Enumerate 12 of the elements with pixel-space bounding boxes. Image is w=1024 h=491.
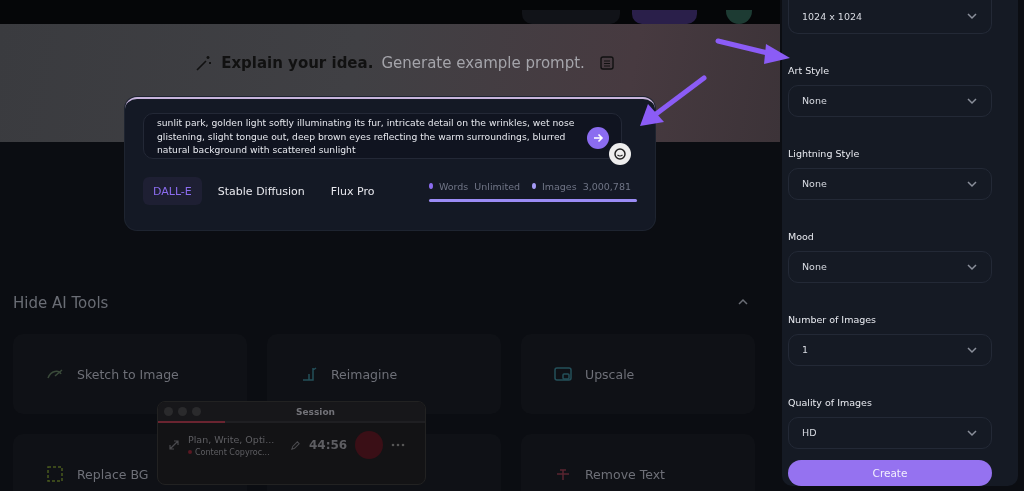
stat-label: Images [541, 180, 577, 192]
stat-label: Words [438, 180, 469, 192]
field-label: Lightning Style [788, 146, 861, 160]
window-title: Session [296, 406, 335, 417]
field-label: Quality of Images [788, 395, 873, 409]
field-label: Mood [788, 229, 815, 243]
stat-value: 3,000,781 [582, 180, 631, 192]
stat-value: Unlimited [474, 180, 521, 192]
field-label: Art Style [788, 63, 830, 77]
session-timer: 44:56 [309, 438, 348, 452]
section-title: Hide AI Tools [13, 294, 109, 312]
field-label: Number of Images [788, 312, 878, 326]
